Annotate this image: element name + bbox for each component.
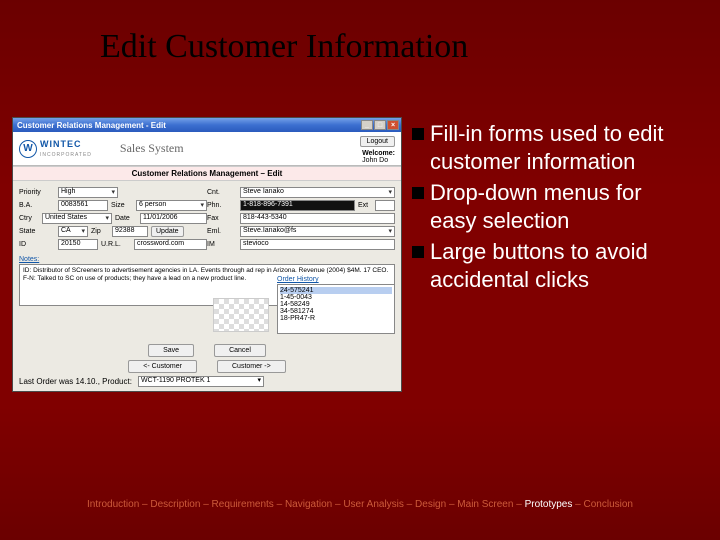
minimize-button[interactable]: _ bbox=[361, 120, 373, 130]
order-history-list[interactable]: 24-575241 1-45-0043 14-58249 34-581274 1… bbox=[277, 284, 395, 334]
im-label: IM bbox=[207, 241, 237, 248]
order-history: Order History 24-575241 1-45-0043 14-582… bbox=[277, 276, 395, 334]
cnt-label: Cnt. bbox=[207, 189, 237, 196]
window-titlebar: Customer Relations Management - Edit _ □… bbox=[13, 118, 401, 132]
bullet-text: Drop-down menus for easy selection bbox=[430, 179, 692, 234]
id-label: ID bbox=[19, 241, 55, 248]
bullet-list: Fill-in forms used to edit customer info… bbox=[412, 120, 692, 297]
id-field[interactable]: 20150 bbox=[58, 239, 98, 250]
size-select[interactable]: 6 person bbox=[136, 200, 207, 211]
maximize-button[interactable]: □ bbox=[374, 120, 386, 130]
bullet-icon bbox=[412, 187, 424, 199]
logout-button[interactable]: Logout bbox=[360, 136, 395, 147]
url-field[interactable]: crossword.com bbox=[134, 239, 207, 250]
section-title: Customer Relations Management – Edit bbox=[13, 166, 401, 181]
welcome-label: Welcome: bbox=[362, 150, 395, 157]
list-item[interactable]: 1-45-0043 bbox=[280, 294, 392, 301]
image-placeholder bbox=[213, 298, 269, 332]
list-item[interactable]: 18-PR47-R bbox=[280, 315, 392, 322]
last-order-label: Last Order was 14.10., Product: bbox=[19, 377, 132, 386]
eml-label: Eml. bbox=[207, 228, 237, 235]
breadcrumb: Introduction – Description – Requirement… bbox=[0, 499, 720, 510]
state-label: State bbox=[19, 228, 55, 235]
order-history-label: Order History bbox=[277, 276, 395, 283]
priority-select[interactable]: High bbox=[58, 187, 118, 198]
email-select[interactable]: Steve.Ianako@fs bbox=[240, 226, 395, 237]
zip-field[interactable]: 92388 bbox=[112, 226, 148, 237]
state-select[interactable]: CA bbox=[58, 226, 88, 237]
system-name: Sales System bbox=[120, 141, 184, 156]
ext-label: Ext bbox=[358, 202, 372, 209]
zip-label: Zip bbox=[91, 228, 109, 235]
bullet-icon bbox=[412, 246, 424, 258]
priority-label: Priority bbox=[19, 189, 55, 196]
url-label: U.R.L. bbox=[101, 241, 131, 248]
cancel-button[interactable]: Cancel bbox=[214, 344, 266, 357]
edit-form: PriorityHigh B.A.0083561 Size6 person Ct… bbox=[13, 181, 401, 254]
brand-sub: INCORPORATED bbox=[40, 152, 92, 158]
slide-title: Edit Customer Information bbox=[100, 28, 468, 66]
fax-label: Fax bbox=[207, 215, 237, 222]
im-field[interactable]: stevioco bbox=[240, 239, 395, 250]
notes-label: Notes: bbox=[19, 256, 401, 263]
update-button[interactable]: Update bbox=[151, 226, 184, 237]
bullet-text: Fill-in forms used to edit customer info… bbox=[430, 120, 692, 175]
welcome-user: John Do bbox=[362, 157, 388, 164]
brand-name: WINTEC bbox=[40, 139, 82, 149]
window-title: Customer Relations Management - Edit bbox=[17, 121, 166, 130]
fax-field[interactable]: 818-443-5340 bbox=[240, 213, 395, 224]
country-select[interactable]: United States bbox=[42, 213, 112, 224]
date-field[interactable]: 11/01/2006 bbox=[140, 213, 207, 224]
product-select[interactable]: WCT-1190 PROTEK 1 bbox=[138, 376, 264, 387]
ext-field[interactable] bbox=[375, 200, 395, 211]
bullet-text: Large buttons to avoid accidental clicks bbox=[430, 238, 692, 293]
list-item[interactable]: 24-575241 bbox=[280, 287, 392, 294]
brand-logo-icon: W bbox=[19, 140, 37, 158]
prev-customer-button[interactable]: <- Customer bbox=[128, 360, 197, 373]
phone-field[interactable]: 1-818-896-7391 bbox=[240, 200, 355, 211]
bullet-icon bbox=[412, 128, 424, 140]
size-label: Size bbox=[111, 202, 133, 209]
date-label: Date bbox=[115, 215, 137, 222]
ba-label: B.A. bbox=[19, 202, 55, 209]
country-label: Ctry bbox=[19, 215, 39, 222]
save-button[interactable]: Save bbox=[148, 344, 194, 357]
list-item[interactable]: 14-58249 bbox=[280, 301, 392, 308]
contact-select[interactable]: Steve Ianako bbox=[240, 187, 395, 198]
app-window: Customer Relations Management - Edit _ □… bbox=[12, 117, 402, 392]
list-item[interactable]: 34-581274 bbox=[280, 308, 392, 315]
bottom-bar: Save Cancel <- Customer Customer -> Last… bbox=[13, 341, 401, 387]
close-button[interactable]: × bbox=[387, 120, 399, 130]
ba-field[interactable]: 0083561 bbox=[58, 200, 108, 211]
phn-label: Phn. bbox=[207, 202, 237, 209]
app-toolbar: W WINTEC INCORPORATED Sales System Logou… bbox=[13, 132, 401, 166]
next-customer-button[interactable]: Customer -> bbox=[217, 360, 286, 373]
